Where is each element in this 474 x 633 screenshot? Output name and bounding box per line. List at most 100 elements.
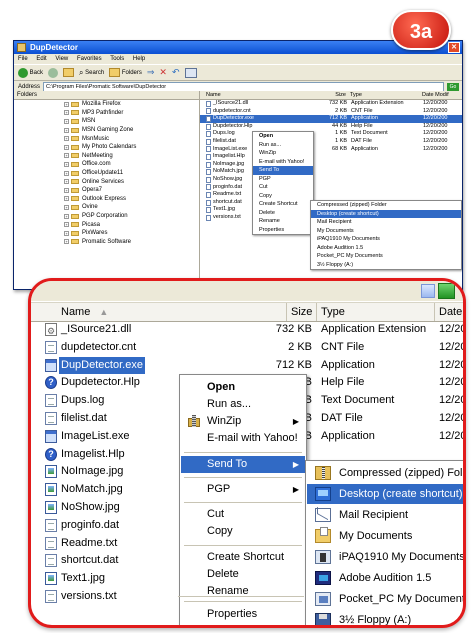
expand-icon[interactable]: + bbox=[64, 118, 69, 124]
expand-icon[interactable]: + bbox=[64, 170, 69, 176]
menu-rename[interactable]: Rename bbox=[181, 583, 305, 600]
file-row[interactable]: Readme.txt bbox=[200, 191, 462, 199]
menu-pgp[interactable]: PGP ▶ bbox=[181, 481, 305, 498]
file-row[interactable]: proginfo.dat bbox=[200, 184, 462, 192]
search-button[interactable]: ⌕ Search bbox=[79, 68, 104, 78]
file-row[interactable]: _ISource21.dll 732 KB Application Extensio… bbox=[31, 321, 463, 340]
expand-icon[interactable]: + bbox=[64, 136, 69, 142]
expand-icon[interactable]: + bbox=[64, 101, 69, 107]
col-name[interactable]: Name bbox=[200, 91, 316, 99]
address-dropdown-button[interactable] bbox=[421, 284, 435, 298]
menu-create-shortcut[interactable]: Create Shortcut bbox=[181, 549, 305, 566]
send-to-item[interactable]: 3½ Floppy (A:) bbox=[307, 610, 463, 625]
context-menu-item[interactable]: Run as... bbox=[253, 141, 313, 150]
context-menu-item[interactable]: Open bbox=[253, 132, 313, 141]
folder-tree-item[interactable]: + PGP Corporation bbox=[14, 212, 199, 221]
context-menu-item[interactable]: Rename bbox=[253, 217, 313, 226]
send-to-item[interactable]: My Documents bbox=[307, 526, 463, 546]
context-menu-item[interactable]: Create Shortcut bbox=[253, 200, 313, 209]
col-size[interactable]: Size bbox=[316, 91, 346, 99]
type-column-header[interactable]: Type bbox=[317, 303, 435, 321]
context-menu-item[interactable]: Properties bbox=[253, 226, 313, 235]
folder-tree-item[interactable]: + Office.com bbox=[14, 160, 199, 169]
menu-properties[interactable]: Properties bbox=[181, 606, 305, 623]
expand-icon[interactable]: + bbox=[64, 222, 69, 228]
expand-icon[interactable]: + bbox=[64, 153, 69, 159]
file-row[interactable]: ImageList.exe 68 KB Application 12/20/200 bbox=[200, 146, 462, 154]
file-row[interactable]: NoImage.jpg bbox=[200, 161, 462, 169]
menu-view[interactable]: View bbox=[55, 56, 68, 62]
menu-send-to[interactable]: Send To ▶ bbox=[181, 456, 305, 473]
menu-email-yahoo[interactable]: E-mail with Yahoo! bbox=[181, 430, 305, 447]
size-column-header[interactable]: Size bbox=[287, 303, 317, 321]
send-to-item[interactable]: My Documents bbox=[311, 227, 461, 236]
send-to-item[interactable]: Mail Recipient bbox=[311, 218, 461, 227]
expand-icon[interactable]: + bbox=[64, 110, 69, 116]
folder-tree-item[interactable]: + MP3 Pathfinder bbox=[14, 109, 199, 118]
move-to-button[interactable]: ⇒ bbox=[147, 67, 155, 78]
close-button[interactable]: ✕ bbox=[448, 42, 460, 53]
send-to-item[interactable]: Pocket_PC My Documents bbox=[311, 252, 461, 261]
forward-button[interactable] bbox=[48, 67, 59, 78]
file-row[interactable]: DupDetector.exe 712 KB Application 12/20 bbox=[31, 356, 463, 374]
file-row[interactable]: DupDetector.exe 712 KB Application 12/20/20… bbox=[200, 115, 462, 123]
folder-tree-item[interactable]: + Ovine bbox=[14, 203, 199, 212]
expand-icon[interactable]: + bbox=[64, 144, 69, 150]
folder-tree-item[interactable]: + Promatic Software bbox=[14, 238, 199, 247]
send-to-item[interactable]: iPAQ1910 My Documents bbox=[311, 235, 461, 244]
file-row[interactable]: filelist.dat 1 KB DAT File 12/20/200 bbox=[200, 138, 462, 146]
go-button[interactable]: Go bbox=[447, 82, 459, 91]
menu-winzip[interactable]: WinZip ▶ bbox=[181, 413, 305, 430]
folder-tree-item[interactable]: + Picasa bbox=[14, 220, 199, 229]
folder-tree-item[interactable]: + NetMeeting bbox=[14, 152, 199, 161]
menu-help[interactable]: Help bbox=[133, 56, 145, 62]
context-menu-item[interactable]: Send To bbox=[253, 166, 313, 175]
back-button[interactable]: Back bbox=[18, 67, 43, 78]
file-row[interactable]: NoMatch.jpg bbox=[200, 168, 462, 176]
menu-run-as[interactable]: Run as... bbox=[181, 396, 305, 413]
send-to-item[interactable]: Adobe Audition 1.5 bbox=[311, 244, 461, 253]
name-column-header[interactable]: Name ▲ bbox=[31, 303, 287, 321]
folder-tree-item[interactable]: + Outlook Express bbox=[14, 195, 199, 204]
menu-edit[interactable]: Edit bbox=[36, 56, 46, 62]
menu-delete[interactable]: Delete bbox=[181, 566, 305, 583]
undo-button[interactable]: ↶ bbox=[172, 67, 180, 78]
expand-icon[interactable]: + bbox=[64, 127, 69, 133]
context-menu-item[interactable]: WinZip bbox=[253, 149, 313, 158]
file-row[interactable]: Imagelist.Hlp bbox=[200, 153, 462, 161]
menu-cut[interactable]: Cut bbox=[181, 506, 305, 523]
folder-tree-item[interactable]: + OfficeUpdate11 bbox=[14, 169, 199, 178]
expand-icon[interactable]: + bbox=[64, 204, 69, 210]
address-input[interactable]: C:\Program Files\Promatic Software\DupDe… bbox=[43, 81, 444, 92]
menu-copy[interactable]: Copy bbox=[181, 523, 305, 540]
folder-tree-item[interactable]: + Mozilla Firefox bbox=[14, 100, 199, 109]
context-menu-item[interactable]: E-mail with Yahoo! bbox=[253, 158, 313, 167]
go-arrow-button[interactable] bbox=[438, 283, 455, 299]
file-row[interactable]: _ISource21.dll 732 KB Application Extensio… bbox=[200, 100, 462, 108]
file-row[interactable]: Dupdetector.Hlp 44 KB Help File 12/20/200 bbox=[200, 123, 462, 131]
menu-open[interactable]: Open bbox=[181, 379, 305, 396]
folder-tree-item[interactable]: + MsnMusic bbox=[14, 134, 199, 143]
expand-icon[interactable]: + bbox=[64, 187, 69, 193]
folder-tree-item[interactable]: + Opera7 bbox=[14, 186, 199, 195]
folder-tree-item[interactable]: + PixWares bbox=[14, 229, 199, 238]
file-row[interactable]: Dups.log 1 KB Text Document 12/20/200 bbox=[200, 130, 462, 138]
context-menu-item[interactable]: Delete bbox=[253, 209, 313, 218]
send-to-item[interactable]: Desktop (create shortcut) bbox=[307, 484, 463, 504]
file-row[interactable]: dupdetector.cnt 2 KB CNT File 12/20 bbox=[31, 339, 463, 356]
expand-icon[interactable]: + bbox=[64, 161, 69, 167]
context-menu-item[interactable]: PGP bbox=[253, 175, 313, 184]
send-to-item[interactable]: iPAQ1910 My Documents bbox=[307, 547, 463, 567]
menu-favorites[interactable]: Favorites bbox=[77, 56, 102, 62]
file-row[interactable]: NoShow.jpg bbox=[200, 176, 462, 184]
send-to-item[interactable]: Compressed (zipped) Folder bbox=[307, 463, 463, 483]
send-to-item[interactable]: 3½ Floppy (A:) bbox=[311, 261, 461, 270]
send-to-item[interactable]: Adobe Audition 1.5 bbox=[307, 568, 463, 588]
folder-tree-item[interactable]: + Online Services bbox=[14, 177, 199, 186]
folder-tree-item[interactable]: + MSN bbox=[14, 117, 199, 126]
menu-tools[interactable]: Tools bbox=[110, 56, 124, 62]
file-row[interactable]: dupdetector.cnt 2 KB CNT File 12/20/200 bbox=[200, 108, 462, 116]
send-to-item[interactable]: Desktop (create shortcut) bbox=[311, 209, 461, 218]
views-button[interactable] bbox=[184, 67, 197, 78]
col-date[interactable]: Date Modif bbox=[422, 91, 449, 99]
